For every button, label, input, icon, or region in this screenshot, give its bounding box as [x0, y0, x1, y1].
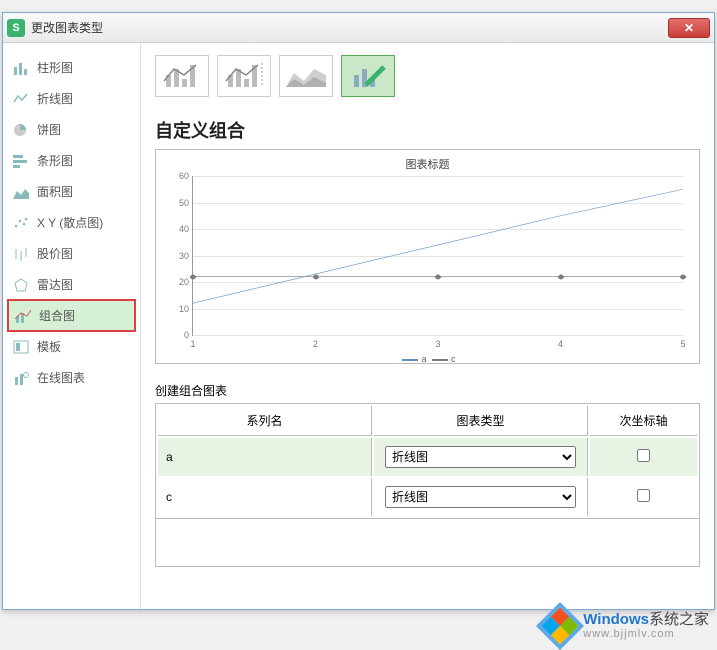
preset-clustered-with-line[interactable]	[155, 55, 209, 97]
build-combo-label: 创建组合图表	[155, 382, 700, 399]
preset-icon-2	[222, 61, 266, 91]
sidebar-item-template[interactable]: 模板	[9, 332, 134, 361]
sidebar-item-label: 柱形图	[37, 59, 73, 76]
section-title: 自定义组合	[155, 117, 700, 143]
close-icon: ✕	[684, 21, 694, 35]
watermark-suffix: 系统之家	[649, 611, 709, 628]
x-tick: 4	[558, 339, 563, 349]
preset-icon-3	[284, 61, 328, 91]
secondary-axis-checkbox[interactable]	[637, 489, 650, 502]
preset-icon-4	[346, 61, 390, 91]
combo-preset-row	[155, 55, 700, 97]
sidebar-item-combo-chart[interactable]: 组合图	[7, 299, 136, 332]
combo-series-table: 系列名 图表类型 次坐标轴 a 折线图 c 折线图	[155, 403, 700, 519]
combo-row: c 折线图	[158, 478, 697, 516]
sidebar-item-area-chart[interactable]: 面积图	[9, 177, 134, 206]
sidebar-item-pie-chart[interactable]: 饼图	[9, 115, 134, 144]
y-tick: 10	[179, 304, 189, 314]
content-pane: 自定义组合 图表标题 010203040506012345 a c 创建组合图表…	[141, 43, 714, 609]
chart-preview: 图表标题 010203040506012345 a c	[155, 149, 700, 364]
sidebar-item-label: 模板	[37, 338, 61, 355]
sidebar-item-line-chart[interactable]: 折线图	[9, 84, 134, 113]
x-tick: 1	[190, 339, 195, 349]
titlebar: S 更改图表类型 ✕	[3, 13, 714, 43]
radar-chart-icon	[13, 278, 31, 292]
sidebar-item-label: 雷达图	[37, 276, 73, 293]
template-icon	[13, 340, 31, 354]
preset-icon-1	[160, 61, 204, 91]
scatter-chart-icon	[13, 216, 31, 230]
sidebar-item-label: X Y (散点图)	[37, 214, 103, 231]
sidebar-item-label: 折线图	[37, 90, 73, 107]
column-chart-icon	[13, 61, 31, 75]
series-name-cell: c	[158, 478, 372, 516]
chart-title: 图表标题	[162, 156, 693, 172]
app-icon: S	[7, 19, 25, 37]
sidebar-item-label: 面积图	[37, 183, 73, 200]
legend-label: a	[421, 354, 426, 364]
watermark-url: www.bjjmlv.com	[583, 628, 709, 640]
x-tick: 5	[680, 339, 685, 349]
x-tick: 3	[435, 339, 440, 349]
windows-logo-icon	[536, 602, 584, 650]
sidebar-item-label: 股价图	[37, 245, 73, 262]
legend-label: c	[451, 354, 456, 364]
preset-stacked-area-with-column[interactable]	[279, 55, 333, 97]
sidebar-item-scatter-chart[interactable]: X Y (散点图)	[9, 208, 134, 237]
combo-chart-icon	[15, 309, 33, 323]
y-tick: 20	[179, 277, 189, 287]
close-button[interactable]: ✕	[668, 18, 710, 38]
sidebar-item-bar-chart[interactable]: 条形图	[9, 146, 134, 175]
watermark: Windows系统之家 www.bjjmlv.com	[543, 609, 709, 643]
online-chart-icon	[13, 371, 31, 385]
preset-clustered-with-line-secondary[interactable]	[217, 55, 271, 97]
sidebar-item-label: 组合图	[39, 307, 75, 324]
y-tick: 0	[184, 330, 189, 340]
chart-plot-area: 010203040506012345	[192, 176, 683, 336]
secondary-axis-checkbox[interactable]	[637, 449, 650, 462]
sidebar-item-column-chart[interactable]: 柱形图	[9, 53, 134, 82]
sidebar-item-label: 条形图	[37, 152, 73, 169]
sidebar-item-label: 饼图	[37, 121, 61, 138]
area-chart-icon	[13, 185, 31, 199]
chart-type-select[interactable]: 折线图	[385, 446, 576, 468]
line-chart-icon	[13, 92, 31, 106]
series-name-cell: a	[158, 438, 372, 476]
sidebar-item-radar-chart[interactable]: 雷达图	[9, 270, 134, 299]
series-line-c	[193, 176, 683, 335]
chart-type-sidebar: 柱形图折线图饼图条形图面积图 X Y (散点图) 股价图雷达图组合图模板在线图表	[3, 43, 141, 609]
preset-custom-combo[interactable]	[341, 55, 395, 97]
x-tick: 2	[313, 339, 318, 349]
y-tick: 60	[179, 171, 189, 181]
col-type: 图表类型	[374, 406, 588, 436]
change-chart-type-dialog: S 更改图表类型 ✕ 柱形图折线图饼图条形图面积图X Y (散点图)股价图雷达图…	[2, 12, 715, 610]
combo-row: a 折线图	[158, 438, 697, 476]
bar-chart-icon	[13, 154, 31, 168]
chart-type-select[interactable]: 折线图	[385, 486, 576, 508]
col-secondary: 次坐标轴	[590, 406, 697, 436]
sidebar-item-stock-chart[interactable]: 股价图	[9, 239, 134, 268]
y-tick: 30	[179, 251, 189, 261]
chart-legend: a c	[162, 354, 693, 364]
watermark-brand: Windows	[583, 611, 649, 628]
window-title: 更改图表类型	[31, 19, 668, 36]
y-tick: 50	[179, 198, 189, 208]
stock-chart-icon	[13, 247, 31, 261]
sidebar-item-online-chart[interactable]: 在线图表	[9, 363, 134, 392]
y-tick: 40	[179, 224, 189, 234]
col-series: 系列名	[158, 406, 372, 436]
pie-chart-icon	[13, 123, 31, 137]
sidebar-item-label: 在线图表	[37, 369, 85, 386]
